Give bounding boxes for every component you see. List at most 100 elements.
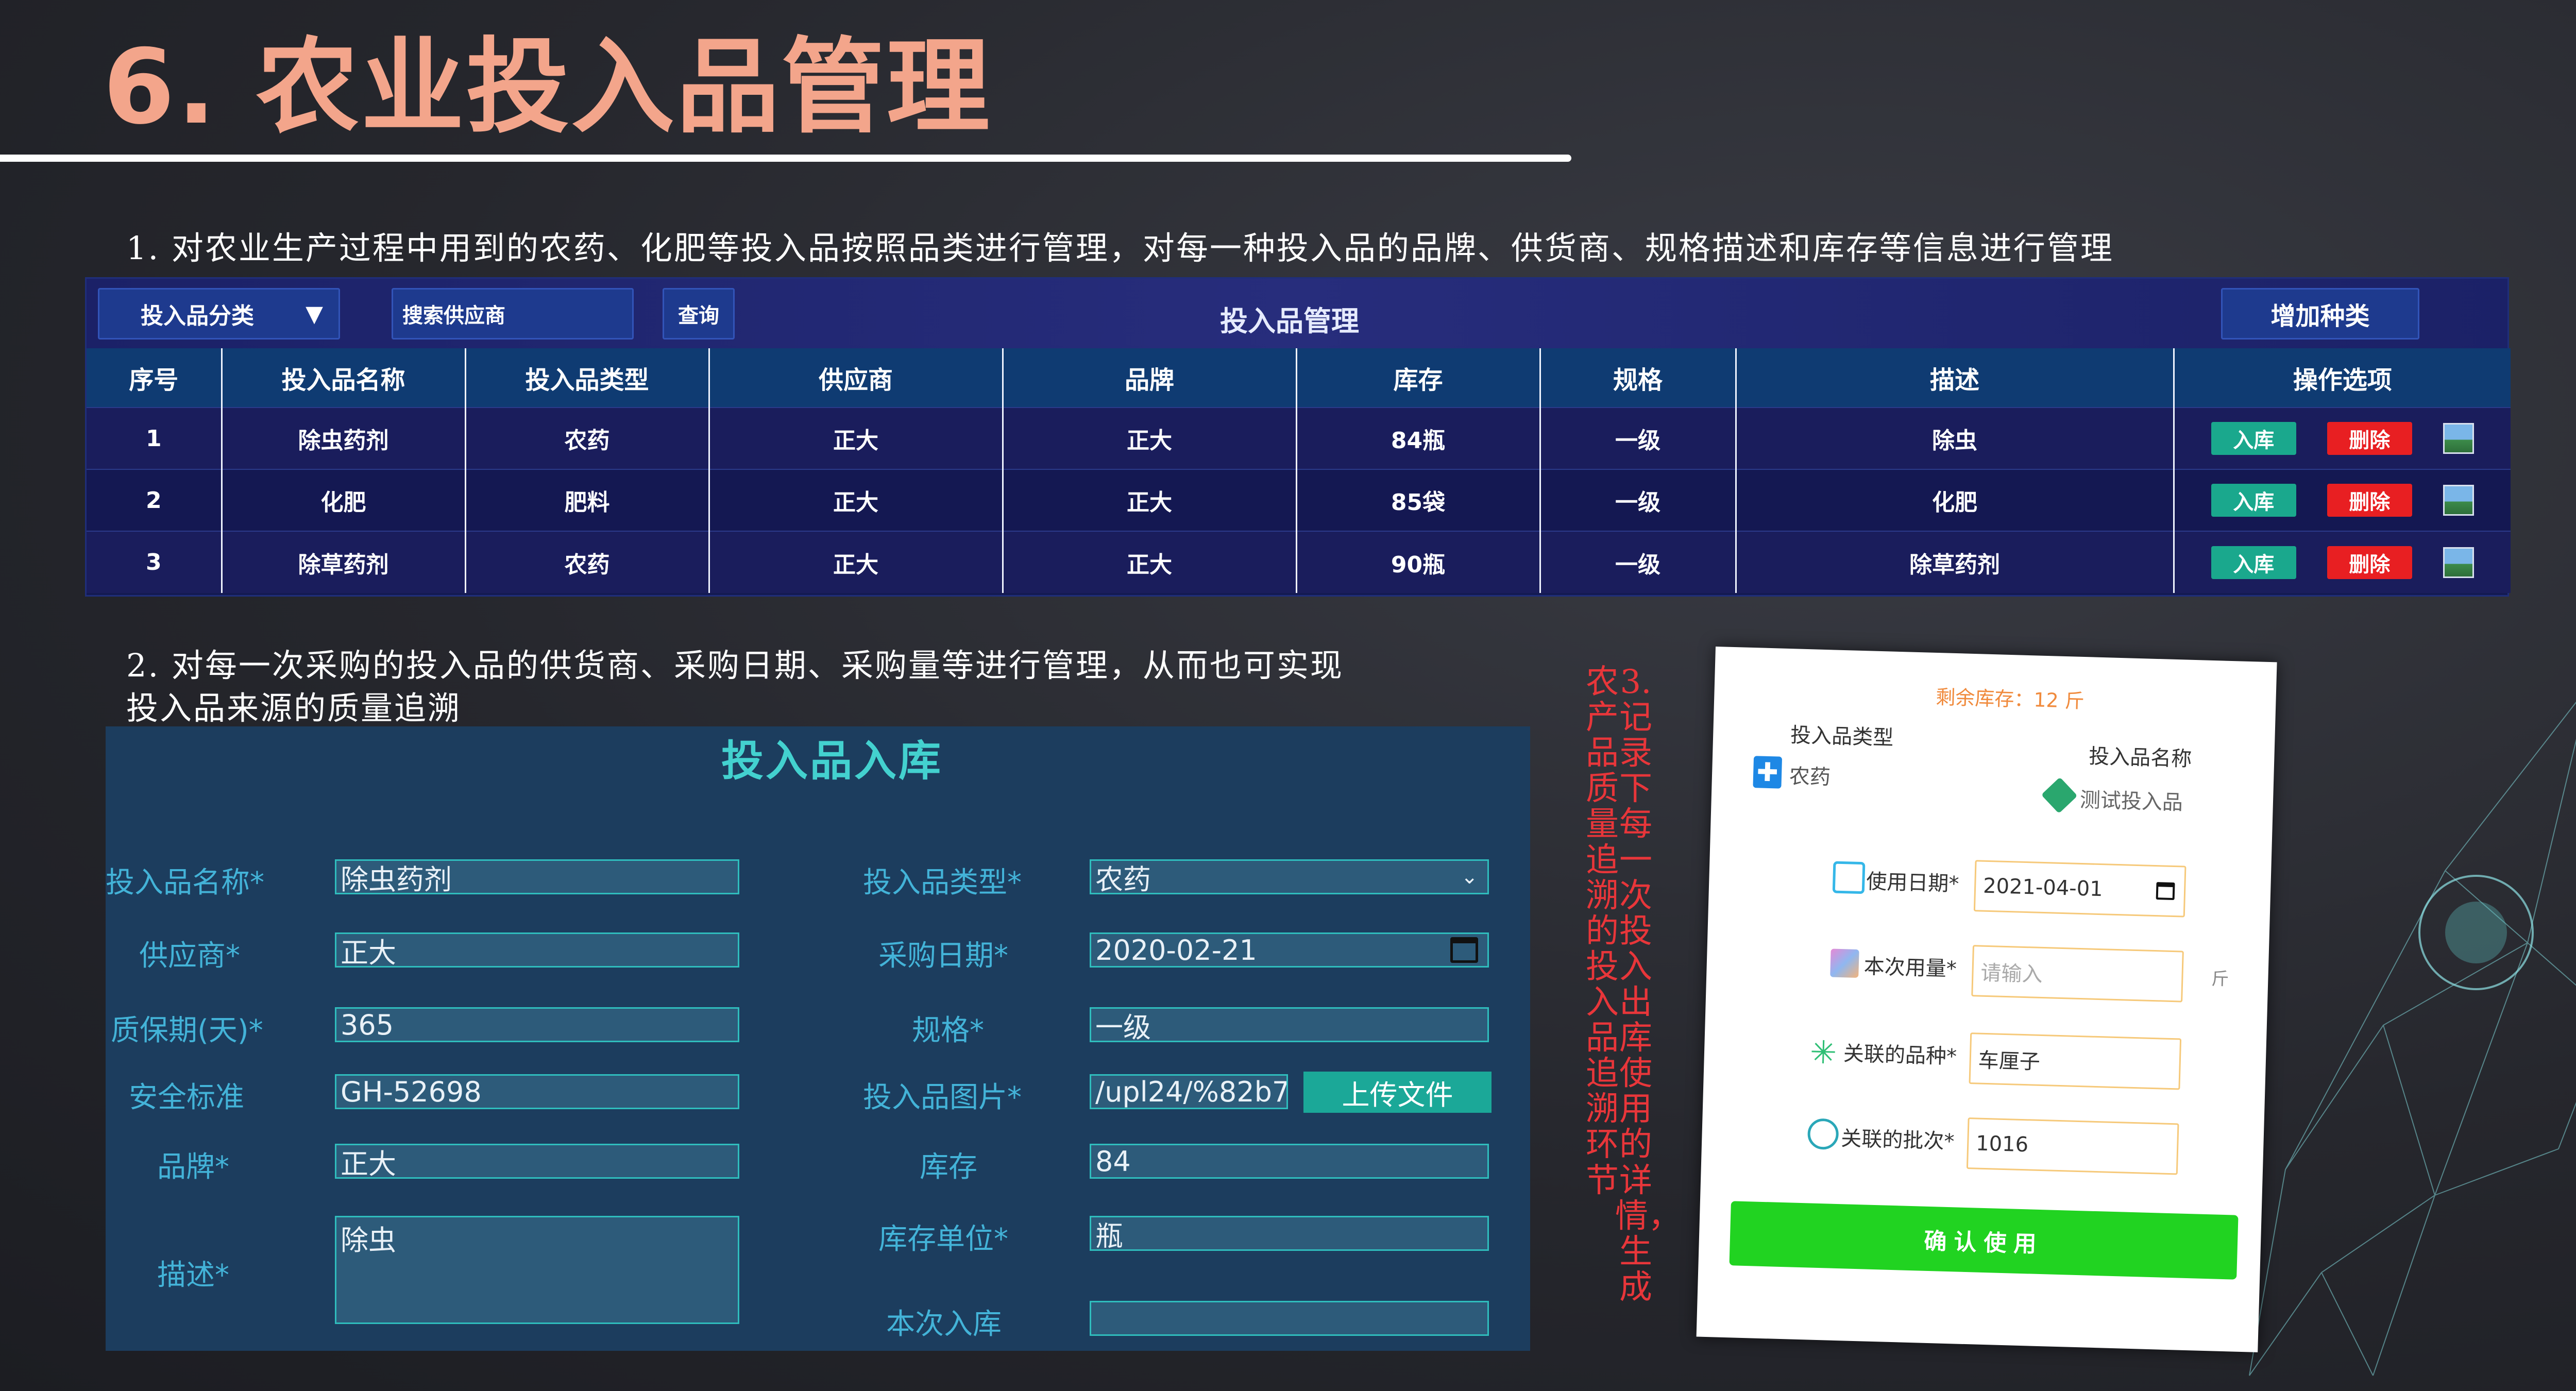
- input-table: 序号 投入品名称 投入品类型 供应商 品牌 库存 规格 描述 操作选项 1 除虫…: [87, 348, 2511, 593]
- cell-desc: 化肥: [1736, 469, 2175, 531]
- cell-type: 农药: [465, 407, 710, 469]
- image-icon[interactable]: [2443, 423, 2474, 454]
- col-header: 规格: [1540, 348, 1737, 408]
- query-button[interactable]: 查询: [663, 288, 735, 340]
- label-this-inbound: 本次入库: [886, 1308, 1002, 1341]
- spec-field[interactable]: 一级: [1090, 1007, 1489, 1044]
- remaining-stock-text: 剩余库存：12 斤: [1935, 685, 2085, 713]
- date-label: 使用日期*: [1866, 870, 1959, 896]
- slide-title: 6. 农业投入品管理: [103, 27, 992, 147]
- type-select-value: 农药: [1095, 863, 1151, 896]
- col-header: 投入品类型: [465, 348, 710, 408]
- usage-date-value: 2021-04-01: [1982, 874, 2104, 902]
- col-header: 品牌: [1003, 348, 1297, 408]
- table-header-row: 序号 投入品名称 投入品类型 供应商 品牌 库存 规格 描述 操作选项: [87, 348, 2511, 408]
- table-row: 3 除草药剂 农药 正大 正大 90瓶 一级 除草药剂 入库 删除: [87, 531, 2511, 593]
- col-header: 描述: [1736, 348, 2175, 408]
- stock-unit-field[interactable]: 瓶: [1090, 1216, 1489, 1252]
- col-header: 库存: [1296, 348, 1541, 408]
- cell-type: 农药: [465, 531, 710, 593]
- plant-icon: ✳: [1809, 1033, 1838, 1072]
- cell-ops: 入库 删除: [2174, 407, 2511, 469]
- inbound-button[interactable]: 入库: [2211, 484, 2296, 517]
- label-image: 投入品图片*: [863, 1081, 1022, 1114]
- safety-standard-field[interactable]: GH-52698: [335, 1074, 739, 1109]
- confirm-use-button[interactable]: 确认使用: [1729, 1201, 2239, 1280]
- inbound-button[interactable]: 入库: [2211, 422, 2296, 455]
- cell-no: 3: [87, 531, 223, 593]
- delete-button[interactable]: 删除: [2327, 484, 2412, 517]
- cell-no: 2: [87, 469, 223, 531]
- name-label: 投入品名称: [2088, 744, 2192, 771]
- cell-brand: 正大: [1003, 531, 1297, 593]
- chevron-down-icon: ⌄: [1461, 865, 1478, 889]
- amount-input[interactable]: 请输入: [1971, 945, 2184, 1003]
- image-icon[interactable]: [2443, 547, 2474, 578]
- this-inbound-field[interactable]: [1090, 1301, 1489, 1336]
- label-safety-standard: 安全标准: [129, 1081, 244, 1114]
- cell-desc: 除虫: [1736, 407, 2175, 469]
- delete-button[interactable]: 删除: [2327, 422, 2412, 455]
- medicine-icon: ✚: [1753, 756, 1783, 789]
- desc-textarea[interactable]: 除虫: [335, 1216, 739, 1324]
- add-category-button[interactable]: 增加种类: [2221, 288, 2419, 340]
- amount-label: 本次用量*: [1863, 955, 1957, 981]
- category-dropdown[interactable]: 投入品分类 ▼: [98, 288, 340, 340]
- label-supplier: 供应商*: [139, 939, 240, 973]
- inbound-button[interactable]: 入库: [2211, 546, 2296, 579]
- calendar-icon[interactable]: [1450, 937, 1478, 963]
- label-brand: 品牌*: [157, 1150, 229, 1184]
- type-value: 农药: [1789, 765, 1831, 790]
- cell-desc: 除草药剂: [1736, 531, 2175, 593]
- image-path-field[interactable]: /upl24/%82b7: [1090, 1074, 1288, 1109]
- cell-name: 除虫药剂: [222, 407, 466, 469]
- cell-spec: 一级: [1540, 469, 1737, 531]
- cell-stock: 90瓶: [1296, 531, 1541, 593]
- calendar-icon: [1832, 861, 1866, 894]
- dosage-icon: [1830, 948, 1859, 978]
- label-stock: 库存: [920, 1150, 977, 1184]
- label-stock-unit: 库存单位*: [878, 1223, 1008, 1256]
- chevron-down-icon: ▼: [306, 300, 323, 327]
- shelf-life-field[interactable]: 365: [335, 1007, 739, 1042]
- delete-button[interactable]: 删除: [2327, 546, 2412, 579]
- stock-field[interactable]: 84: [1090, 1144, 1489, 1179]
- usage-date-field[interactable]: 2021-04-01: [1973, 860, 2187, 918]
- input-management-panel: 投入品分类 ▼ 搜索供应商 查询 投入品管理 增加种类 序号 投入品名称 投入品…: [85, 277, 2511, 597]
- col-header: 供应商: [709, 348, 1004, 408]
- cell-supplier: 正大: [709, 531, 1004, 593]
- cell-no: 1: [87, 407, 223, 469]
- col-header: 序号: [87, 348, 223, 408]
- cell-ops: 入库 删除: [2174, 531, 2511, 593]
- label-name: 投入品名称*: [106, 866, 264, 900]
- calendar-picker-icon[interactable]: [2156, 882, 2175, 901]
- panel-title: 投入品管理: [1220, 305, 1359, 337]
- variety-field[interactable]: 车厘子: [1969, 1032, 2182, 1090]
- cell-stock: 84瓶: [1296, 407, 1541, 469]
- purchase-date-field[interactable]: 2020-02-21: [1090, 932, 1489, 968]
- variety-label: 关联的品种*: [1843, 1042, 1957, 1069]
- cell-supplier: 正大: [709, 407, 1004, 469]
- cell-brand: 正大: [1003, 469, 1297, 531]
- caption-1: 1. 对农业生产过程中用到的农药、化肥等投入品按照品类进行管理，对每一种投入品的…: [126, 229, 2114, 267]
- image-icon[interactable]: [2443, 485, 2474, 516]
- cell-brand: 正大: [1003, 407, 1297, 469]
- table-row: 1 除虫药剂 农药 正大 正大 84瓶 一级 除虫 入库 删除: [87, 407, 2511, 469]
- cell-ops: 入库 删除: [2174, 469, 2511, 531]
- supplier-field[interactable]: 正大: [335, 932, 739, 969]
- type-select[interactable]: 农药 ⌄: [1090, 859, 1489, 896]
- name-value: 测试投入品: [2079, 788, 2183, 815]
- usage-card: 剩余库存：12 斤 投入品类型 ✚ 农药 投入品名称 测试投入品 使用日期* 2…: [1696, 647, 2277, 1352]
- caption-2-line-1: 2. 对每一次采购的投入品的供货商、采购日期、采购量等进行管理，从而也可实现: [126, 647, 1344, 684]
- caption-3-col-2: 农产品质量追溯的投入品追溯环节: [1586, 663, 1619, 1200]
- label-type: 投入品类型*: [863, 866, 1022, 900]
- upload-file-button[interactable]: 上传文件: [1303, 1072, 1492, 1113]
- batch-field[interactable]: 1016: [1966, 1117, 2179, 1175]
- supplier-search-input[interactable]: 搜索供应商: [392, 288, 634, 340]
- name-field[interactable]: 除虫药剂: [335, 859, 739, 896]
- caption-2-line-2: 投入品来源的质量追溯: [126, 689, 462, 727]
- batch-icon: [1807, 1118, 1839, 1150]
- table-row: 2 化肥 肥料 正大 正大 85袋 一级 化肥 入库 删除: [87, 469, 2511, 531]
- brand-field[interactable]: 正大: [335, 1144, 739, 1180]
- cell-stock: 85袋: [1296, 469, 1541, 531]
